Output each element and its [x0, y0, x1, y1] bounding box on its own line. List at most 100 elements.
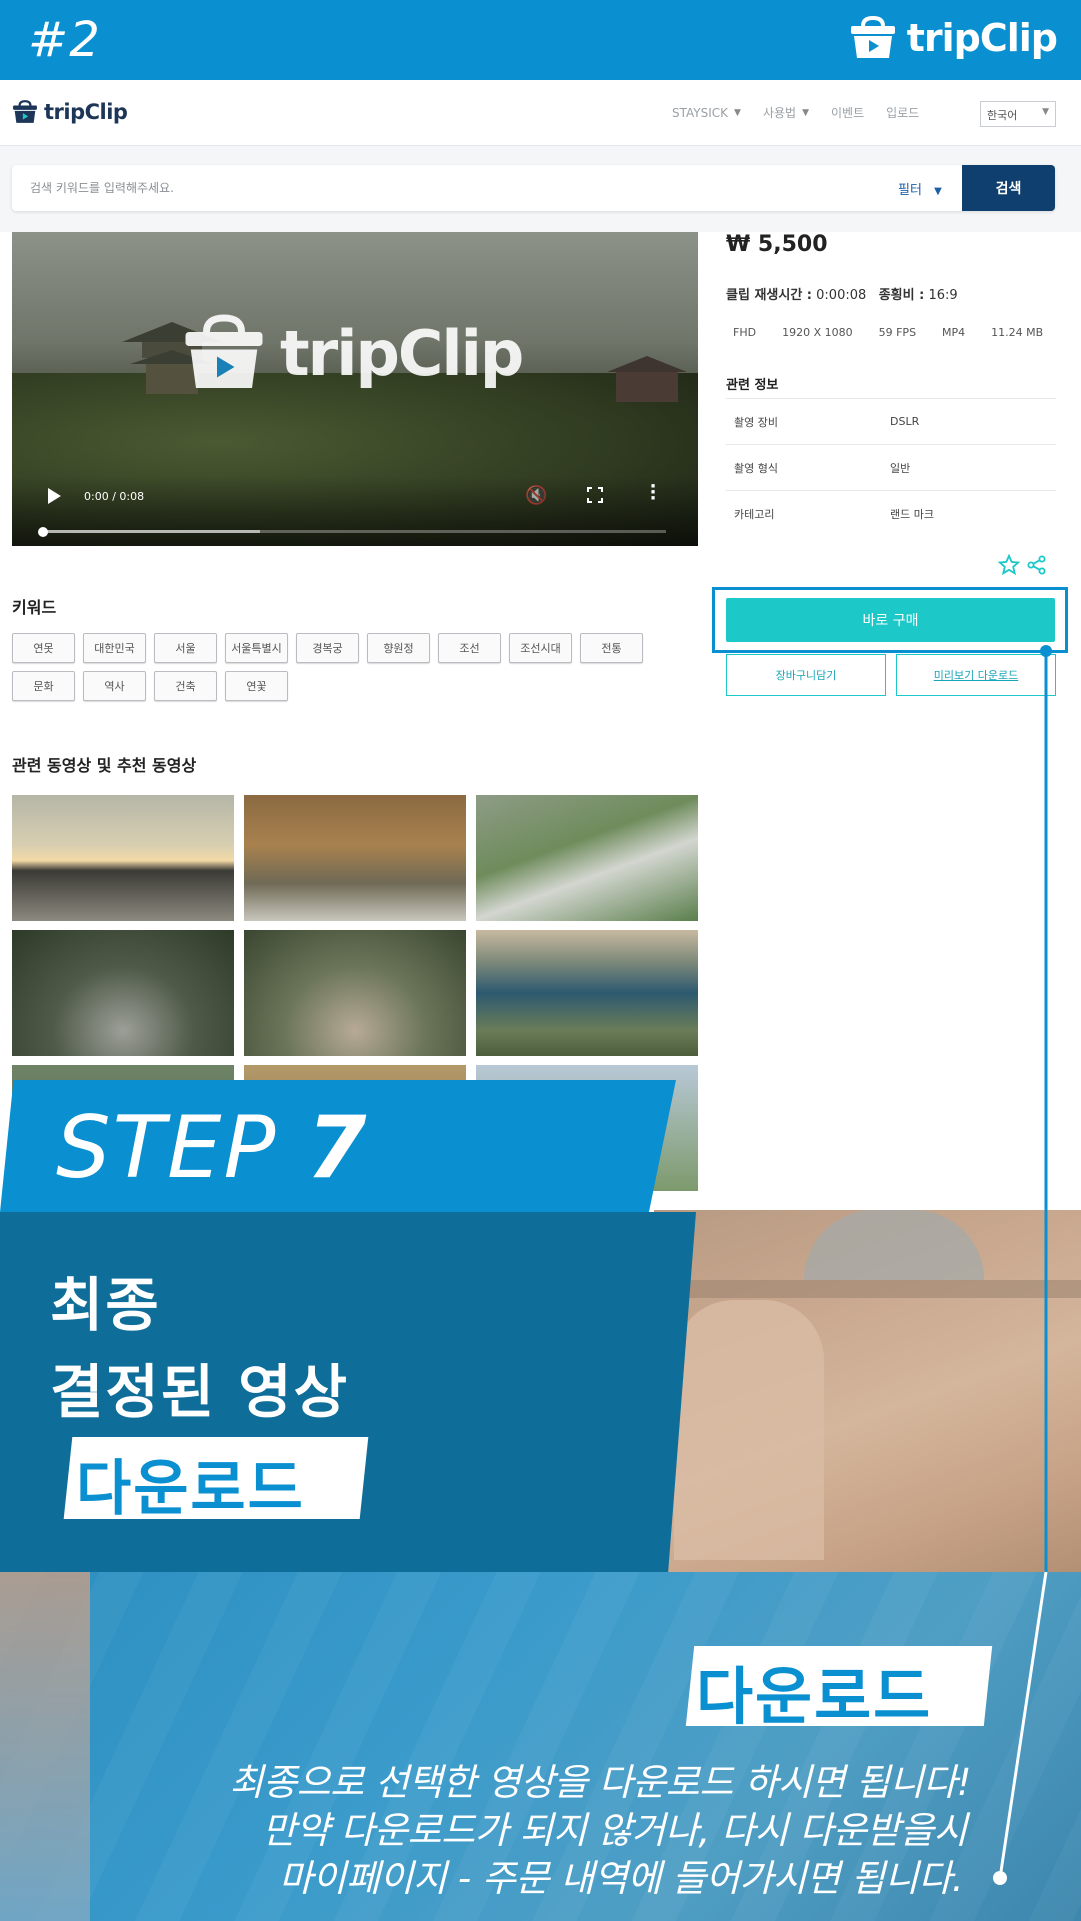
- site-logo[interactable]: tripClip: [12, 100, 128, 124]
- spec-format: MP4: [942, 326, 966, 339]
- price: ₩ 5,500: [726, 232, 828, 257]
- search-button[interactable]: 검색: [962, 165, 1055, 211]
- language-value: 한국어: [987, 109, 1018, 122]
- watermark-text: tripClip: [280, 316, 524, 390]
- basket-play-icon: [13, 100, 37, 123]
- video-thumbnail[interactable]: [244, 795, 466, 921]
- share-icon[interactable]: [1027, 555, 1047, 575]
- info-key: 카테고리: [734, 507, 775, 521]
- related-info-title: 관련 정보: [726, 378, 779, 393]
- tower-shape: [674, 1300, 824, 1560]
- video-watermark: tripClip: [182, 314, 524, 392]
- caret-down-icon: ▼: [802, 107, 809, 118]
- basket-play-icon: [185, 314, 263, 388]
- preview-download-button[interactable]: 미리보기 다운로드: [896, 654, 1056, 696]
- keyword-tag[interactable]: 문화: [12, 671, 75, 701]
- more-options-icon[interactable]: · · ·: [649, 478, 657, 508]
- step-heading: STEP 7: [56, 1098, 369, 1198]
- play-icon[interactable]: [48, 488, 61, 504]
- info-value: DSLR: [890, 415, 920, 428]
- nav-item-event[interactable]: 이벤트: [831, 104, 864, 121]
- nav-item-upload[interactable]: 입로드: [886, 104, 919, 121]
- keyword-tag[interactable]: 향원정: [367, 633, 430, 663]
- add-to-cart-button[interactable]: 장바구니담기: [726, 654, 886, 696]
- nav-label: STAYSICK: [672, 105, 729, 120]
- caret-down-icon: ▼: [734, 107, 741, 118]
- duration-value: 0:00:08: [816, 288, 867, 303]
- video-thumbnail[interactable]: [12, 930, 234, 1056]
- favorite-star-icon[interactable]: [998, 554, 1020, 576]
- nav-item-staysick[interactable]: STAYSICK ▼: [672, 104, 741, 121]
- caret-down-icon: ▼: [934, 186, 942, 197]
- title-line-2: 결정된 영상: [50, 1358, 349, 1426]
- keyword-tag[interactable]: 서울: [154, 633, 217, 663]
- video-thumbnail[interactable]: [476, 930, 698, 1056]
- video-time: 0:00 / 0:08: [84, 490, 145, 503]
- keyword-tag[interactable]: 조선시대: [509, 633, 572, 663]
- keyword-tag[interactable]: 역사: [83, 671, 146, 701]
- building-photo: [654, 1210, 1081, 1572]
- video-thumbnail[interactable]: [12, 795, 234, 921]
- ratio-value: 16:9: [928, 288, 958, 303]
- info-value: 랜드 마크: [890, 507, 934, 521]
- info-row: 촬영 장비 DSLR: [726, 398, 1056, 444]
- site-header: tripClip STAYSICK ▼ 사용법 ▼ 이벤트 입로드 한국어 ▼: [0, 80, 1081, 146]
- nav-item-howto[interactable]: 사용법 ▼: [763, 104, 809, 121]
- video-thumbnail[interactable]: [476, 795, 698, 921]
- info-table: 촬영 장비 DSLR 촬영 형식 일반 카테고리 랜드 마크: [726, 398, 1056, 536]
- filter-dropdown[interactable]: 필터 ▼: [898, 179, 942, 198]
- keyword-tag[interactable]: 연꽃: [225, 671, 288, 701]
- description-line-1: 최종으로 선택한 영상을 다운로드 하시면 됩니다!: [229, 1761, 972, 1804]
- nav-label: 사용법: [762, 106, 797, 120]
- video-progress-bar[interactable]: [38, 527, 666, 537]
- keyword-tag[interactable]: 전통: [580, 633, 643, 663]
- spec-filesize: 11.24 MB: [991, 326, 1044, 339]
- clip-info: 클립 재생시간 : 0:00:08 종횡비 : 16:9: [726, 284, 958, 303]
- keyword-tag[interactable]: 대한민국: [83, 633, 146, 663]
- fullscreen-icon[interactable]: [587, 487, 603, 503]
- brand-name: tripClip: [906, 16, 1058, 60]
- spec-resolution: 1920 X 1080: [782, 326, 853, 339]
- keyword-tag[interactable]: 건축: [154, 671, 217, 701]
- left-photo-strip: [0, 1572, 90, 1921]
- progress-knob[interactable]: [38, 527, 48, 537]
- buffer-bar: [42, 530, 261, 533]
- info-row: 촬영 형식 일반: [726, 444, 1056, 490]
- search-area: 검색 키워드를 입력해주세요. 필터 ▼ 검색: [0, 146, 1081, 232]
- keyword-tag[interactable]: 서울특별시: [225, 633, 288, 663]
- main-nav: STAYSICK ▼ 사용법 ▼ 이벤트 입로드: [672, 104, 919, 121]
- caret-down-icon: ▼: [1042, 107, 1049, 117]
- video-controls: 0:00 / 0:08 🔇 · · ·: [12, 476, 698, 546]
- keyword-tag[interactable]: 경복궁: [296, 633, 359, 663]
- related-videos-title: 관련 동영상 및 추천 동영상: [12, 756, 197, 775]
- language-select[interactable]: 한국어 ▼: [980, 101, 1056, 127]
- info-key: 촬영 장비: [734, 415, 778, 429]
- buy-now-button[interactable]: 바로 구매: [726, 598, 1055, 642]
- download-badge: 다운로드: [696, 1660, 933, 1733]
- keyword-list: 연못 대한민국 서울 서울특별시 경복궁 향원정 조선 조선시대 전통 문화 역…: [12, 633, 692, 701]
- info-key: 촬영 형식: [734, 461, 778, 475]
- dome-shape: [804, 1210, 984, 1280]
- ratio-label: 종횡비 :: [878, 288, 925, 303]
- title-line-1: 최종: [50, 1271, 161, 1339]
- search-box: 검색 키워드를 입력해주세요. 필터 ▼ 검색: [12, 165, 1055, 211]
- video-player[interactable]: tripClip 0:00 / 0:08 🔇 · · ·: [12, 232, 698, 546]
- mute-icon[interactable]: 🔇: [525, 485, 547, 506]
- spec-resolution-class: FHD: [733, 326, 757, 339]
- description-line-2: 만약 다운로드가 되지 않거나, 다시 다운받을시: [262, 1809, 967, 1852]
- keyword-tag[interactable]: 조선: [438, 633, 501, 663]
- site-brand-name: tripClip: [44, 100, 128, 124]
- video-thumbnail[interactable]: [244, 930, 466, 1056]
- duration-label: 클립 재생시간 :: [726, 288, 813, 303]
- info-row: 카테고리 랜드 마크: [726, 490, 1056, 536]
- keyword-tag[interactable]: 연못: [12, 633, 75, 663]
- spec-list: FHD 1920 X 1080 59 FPS MP4 11.24 MB: [733, 326, 1069, 339]
- search-input[interactable]: 검색 키워드를 입력해주세요.: [30, 179, 174, 196]
- keywords-title: 키워드: [12, 598, 57, 617]
- step-word: STEP: [56, 1098, 278, 1198]
- info-value: 일반: [890, 461, 911, 475]
- pavilion-image: [607, 356, 687, 402]
- brand-logo: tripClip: [849, 16, 1058, 60]
- step-number: 7: [306, 1098, 369, 1198]
- basket-play-icon: [850, 16, 895, 58]
